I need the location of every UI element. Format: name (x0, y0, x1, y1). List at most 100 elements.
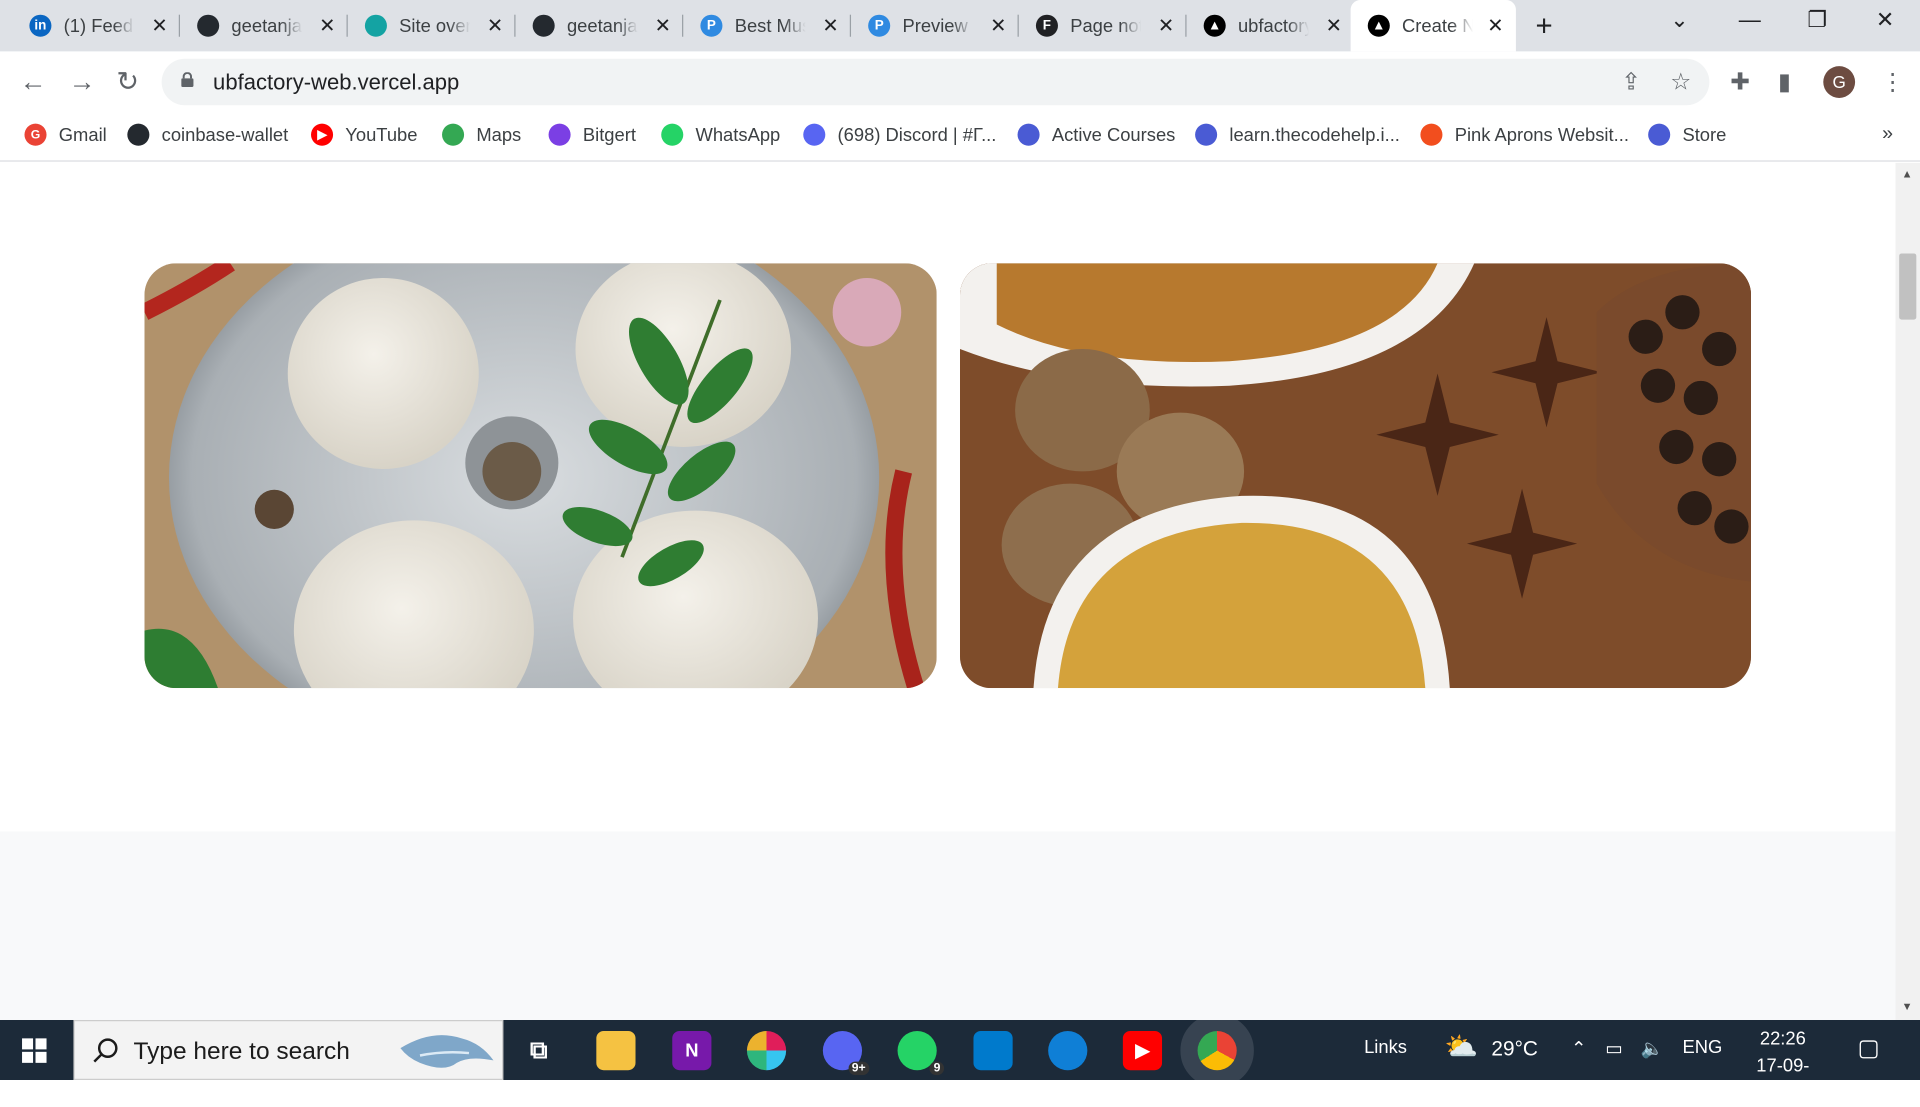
browser-tab[interactable]: geetanjali ✕ (516, 0, 684, 51)
scroll-up-arrow-icon[interactable]: ▲ (1902, 168, 1913, 180)
forward-button[interactable]: → (69, 66, 96, 98)
minimize-button[interactable]: — (1739, 7, 1761, 33)
browser-tab[interactable]: ▲ ubfactory ✕ (1187, 0, 1355, 51)
tab-title: geetanjali (231, 15, 303, 37)
idli-plate-image (144, 263, 937, 689)
tab-title: Page not found (1070, 15, 1142, 37)
address-bar[interactable]: ubfactory-web.vercel.app ⇪ ☆ (161, 58, 1710, 106)
vercel-icon: ▲ (1203, 14, 1226, 37)
close-tab-icon[interactable]: ✕ (990, 13, 1006, 37)
youtube-icon: ▶ (311, 123, 334, 146)
linkedin-icon: in (29, 14, 52, 37)
bookmark-label: Bitgert (582, 124, 636, 146)
taskbar-clock[interactable]: 22:26 17-09-2023 (1736, 1026, 1829, 1107)
bookmark-item[interactable]: Maps (442, 123, 522, 146)
taskbar-search-box[interactable]: Type here to search (73, 1020, 504, 1081)
browser-tab[interactable]: F Page not found ✕ (1019, 0, 1187, 51)
browser-tab[interactable]: P Best Music ✕ (683, 0, 852, 51)
tab-title: Site overview (399, 15, 471, 37)
browser-tab[interactable]: P Preview ✕ (851, 0, 1019, 51)
whatsapp-icon[interactable]: 9 (897, 1031, 945, 1076)
notification-center-icon[interactable]: ▢ (1858, 1035, 1880, 1063)
scroll-down-arrow-icon[interactable]: ▼ (1902, 1000, 1913, 1012)
bookmark-label: Active Courses (1051, 124, 1176, 146)
close-tab-icon[interactable]: ✕ (655, 13, 671, 37)
bookmark-item[interactable]: Bitgert (548, 123, 636, 146)
bookmark-star-icon[interactable]: ☆ (1670, 69, 1691, 97)
bookmark-item[interactable]: Pink Aprons Websit... (1420, 123, 1629, 146)
bookmark-item[interactable]: G Gmail (24, 123, 107, 146)
discord-icon[interactable]: 9+ (822, 1031, 870, 1076)
close-tab-icon[interactable]: ✕ (1487, 13, 1503, 37)
bookmark-item[interactable]: ▶ YouTube (311, 123, 418, 146)
discord-icon (803, 123, 826, 146)
links-toolbar-label[interactable]: Links (1364, 1037, 1407, 1058)
github-icon (127, 123, 150, 146)
share-icon[interactable]: ⇪ (1621, 69, 1640, 97)
battery-icon[interactable]: ▭ (1605, 1037, 1622, 1059)
clock-time: 22:26 (1759, 1028, 1806, 1050)
github-icon (532, 14, 555, 37)
close-tab-icon[interactable]: ✕ (319, 13, 335, 37)
codehelp-icon (1195, 123, 1218, 146)
vercel-icon: ▲ (1367, 14, 1390, 37)
weather-temperature[interactable]: 29°C (1491, 1037, 1538, 1061)
close-tab-icon[interactable]: ✕ (487, 13, 503, 37)
bookmark-item[interactable]: learn.thecodehelp.i... (1195, 123, 1400, 146)
clock-date: 17-09-2023 (1756, 1055, 1810, 1104)
chrome-icon[interactable] (1180, 1013, 1254, 1088)
volume-icon[interactable]: 🔈 (1641, 1037, 1664, 1059)
menu-kebab-icon[interactable]: ⋮ (1881, 69, 1904, 97)
search-icon (93, 1038, 118, 1063)
bookmark-label: Store (1682, 124, 1727, 146)
scrollbar-thumb[interactable] (1899, 253, 1917, 320)
bookmark-label: YouTube (345, 124, 418, 146)
bookmark-item[interactable]: Active Courses (1017, 123, 1176, 146)
reload-button[interactable]: ↻ (116, 66, 139, 98)
weather-icon[interactable]: ⛅ (1445, 1031, 1479, 1063)
bookmark-item[interactable]: WhatsApp (661, 123, 780, 146)
bookmarks-overflow-button[interactable]: » (1882, 124, 1893, 146)
back-button[interactable]: ← (20, 66, 47, 98)
new-tab-button[interactable]: + (1536, 10, 1553, 44)
close-tab-icon[interactable]: ✕ (151, 13, 167, 37)
profile-avatar[interactable]: G (1823, 66, 1856, 98)
f-icon: F (1035, 14, 1058, 37)
slack-icon[interactable] (746, 1031, 787, 1071)
browser-tab[interactable]: ▲ Create Next App ✕ (1350, 0, 1516, 52)
figma-icon (1420, 123, 1443, 146)
file-explorer-icon[interactable] (596, 1031, 636, 1071)
notification-badge: 9 (929, 1061, 945, 1076)
tab-title: (1) Feed (63, 15, 134, 37)
close-tab-icon[interactable]: ✕ (1158, 13, 1174, 37)
bookmark-label: Maps (476, 124, 522, 146)
close-window-button[interactable]: ✕ (1876, 7, 1894, 33)
close-tab-icon[interactable]: ✕ (1326, 13, 1342, 37)
chevron-up-icon[interactable]: ⌃ (1571, 1037, 1586, 1059)
restore-button[interactable]: ❐ (1807, 7, 1827, 33)
language-indicator[interactable]: ENG (1682, 1037, 1722, 1058)
windows-start-button[interactable] (22, 1038, 47, 1063)
bookmark-item[interactable]: coinbase-wallet (127, 123, 288, 146)
bookmark-item[interactable]: Store (1648, 123, 1727, 146)
youtube-icon[interactable]: ▶ (1122, 1031, 1163, 1071)
bookmark-item[interactable]: (698) Discord | #Γ... (803, 123, 996, 146)
tab-search-icon[interactable]: ⌄ (1670, 7, 1688, 33)
extensions-icon[interactable]: ✚ (1730, 69, 1749, 97)
tab-title: Create Next App (1402, 15, 1473, 37)
bookmark-label: Gmail (58, 124, 107, 146)
side-panel-icon[interactable]: ▮ (1778, 69, 1791, 97)
task-view-icon[interactable]: ⧉ (519, 1031, 558, 1070)
page-scrollbar[interactable]: ▲ ▼ (1895, 162, 1920, 1021)
vscode-icon[interactable] (973, 1031, 1013, 1071)
onenote-icon[interactable]: N (672, 1031, 712, 1071)
edge-icon[interactable] (1048, 1031, 1088, 1071)
lock-icon (181, 72, 194, 87)
browser-tab[interactable]: geetanjali ✕ (180, 0, 348, 51)
browser-tab[interactable]: Site overview ✕ (348, 0, 516, 51)
manta-ray-illustration-icon (400, 1035, 494, 1068)
whatsapp-icon (661, 123, 684, 146)
browser-tab[interactable]: in (1) Feed ✕ (12, 0, 181, 51)
google-icon: G (24, 123, 47, 146)
close-tab-icon[interactable]: ✕ (822, 13, 838, 37)
